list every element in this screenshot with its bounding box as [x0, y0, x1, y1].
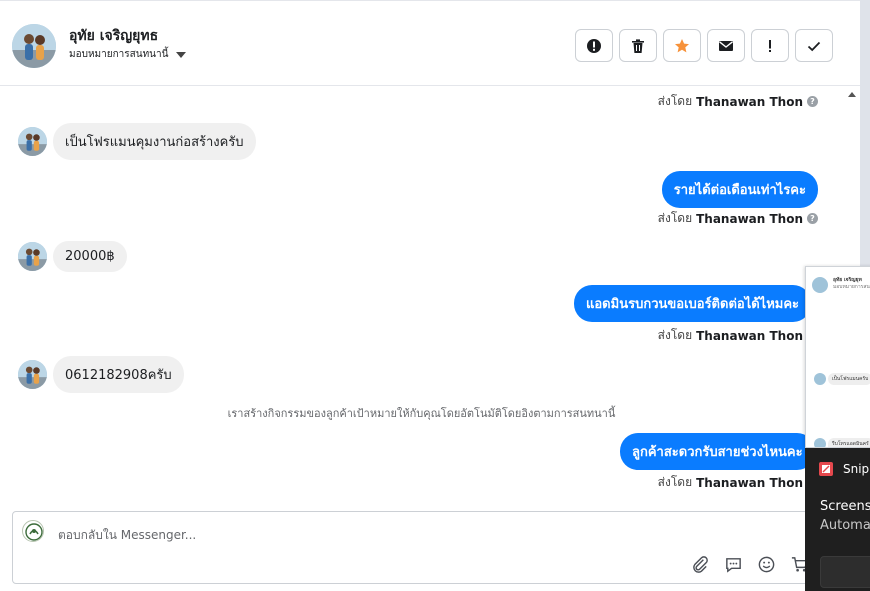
mark-done-button[interactable] [795, 29, 833, 62]
sent-by-label: ส่งโดย Thanawan Thon ? [658, 326, 818, 345]
message-bubble[interactable]: 20000฿ [53, 241, 127, 272]
exclamation-circle-icon [587, 38, 601, 53]
contact-avatar-small [18, 127, 47, 156]
snip-app-icon [819, 462, 833, 476]
emoji-icon[interactable] [757, 555, 776, 574]
delete-button[interactable] [619, 29, 657, 62]
caret-down-icon [176, 51, 187, 58]
messenger-inbox-screen: อุทัย เจริญยุทธ มอบหมายการสนทนานี้ ส่งโด… [0, 0, 870, 591]
snip-subtitle: Automat [820, 518, 870, 533]
paperclip-icon[interactable] [691, 555, 710, 574]
header-actions [575, 29, 833, 62]
snip-notification[interactable]: Snip Screensh Automat [805, 448, 870, 591]
star-icon [675, 38, 689, 52]
snip-title: Screensh [820, 499, 870, 514]
mini-chat-preview[interactable]: อุทัย เจริญยุท มอบหมายการสนทนา เป็นโฟรแม… [805, 266, 870, 448]
sent-by-label: ส่งโดย Thanawan Thon ? [658, 92, 818, 111]
composer-tools [691, 555, 809, 574]
checkmark-icon [807, 41, 821, 51]
contact-avatar-small [18, 360, 47, 389]
message-bubble[interactable]: เป็นโฟรแมนคุมงานก่อสร้างครับ [53, 123, 256, 160]
mini-avatar [814, 438, 826, 447]
conversation-header: อุทัย เจริญยุทธ มอบหมายการสนทนานี้ [0, 0, 860, 86]
message-thread[interactable]: ส่งโดย Thanawan Thon ? เป็นโฟรแมนคุมงานก… [0, 86, 843, 511]
mini-assign-label: มอบหมายการสนทนา [833, 284, 870, 290]
page-logo-icon [22, 520, 44, 542]
follow-up-button[interactable] [751, 29, 789, 62]
scroll-up-arrow-icon[interactable] [848, 92, 856, 97]
snip-app-name: Snip [843, 462, 870, 476]
spam-button[interactable] [575, 29, 613, 62]
assign-label: มอบหมายการสนทนานี้ [69, 49, 169, 60]
system-note: เราสร้างกิจกรรมของลูกค้าเป้าหมายให้กับคุ… [227, 407, 616, 420]
sent-by-label: ส่งโดย Thanawan Thon ? [658, 209, 818, 228]
incoming-message: 20000฿ [18, 241, 127, 272]
assign-conversation-dropdown[interactable]: มอบหมายการสนทนานี้ [69, 47, 187, 62]
mark-unread-button[interactable] [707, 29, 745, 62]
help-icon[interactable]: ? [807, 96, 818, 107]
incoming-message: 0612182908ครับ [18, 356, 184, 393]
exclamation-icon [769, 39, 771, 52]
reply-composer[interactable]: ตอบกลับใน Messenger... [12, 511, 848, 584]
incoming-message: เป็นโฟรแมนคุมงานก่อสร้างครับ [18, 123, 256, 160]
trash-icon [632, 38, 644, 53]
contact-avatar-small [18, 242, 47, 271]
contact-name[interactable]: อุทัย เจริญยุทธ [69, 25, 158, 47]
envelope-icon [719, 40, 733, 51]
reply-input[interactable]: ตอบกลับใน Messenger... [58, 526, 196, 545]
star-button[interactable] [663, 29, 701, 62]
saved-reply-icon[interactable] [724, 555, 743, 574]
outgoing-message-bubble[interactable]: แอดมินรบกวนขอเบอร์ติดต่อได้ไหมคะ [574, 285, 812, 322]
mini-message: เป็นโฟรแมนครับ [828, 373, 870, 385]
help-icon[interactable]: ? [807, 213, 818, 224]
outgoing-message-bubble[interactable]: ลูกค้าสะดวกรับสายช่วงไหนคะ [620, 433, 815, 470]
mini-avatar [812, 277, 828, 293]
sent-by-label: ส่งโดย Thanawan Thon ? [658, 473, 818, 492]
outgoing-message-bubble[interactable]: รายได้ต่อเดือนเท่าไรคะ [661, 171, 818, 208]
mini-message: รีบโทรแอดมินครับ [828, 438, 870, 447]
message-bubble[interactable]: 0612182908ครับ [53, 356, 184, 393]
mini-avatar [814, 373, 826, 385]
contact-avatar[interactable] [12, 24, 56, 68]
snip-action-button[interactable] [820, 556, 870, 588]
